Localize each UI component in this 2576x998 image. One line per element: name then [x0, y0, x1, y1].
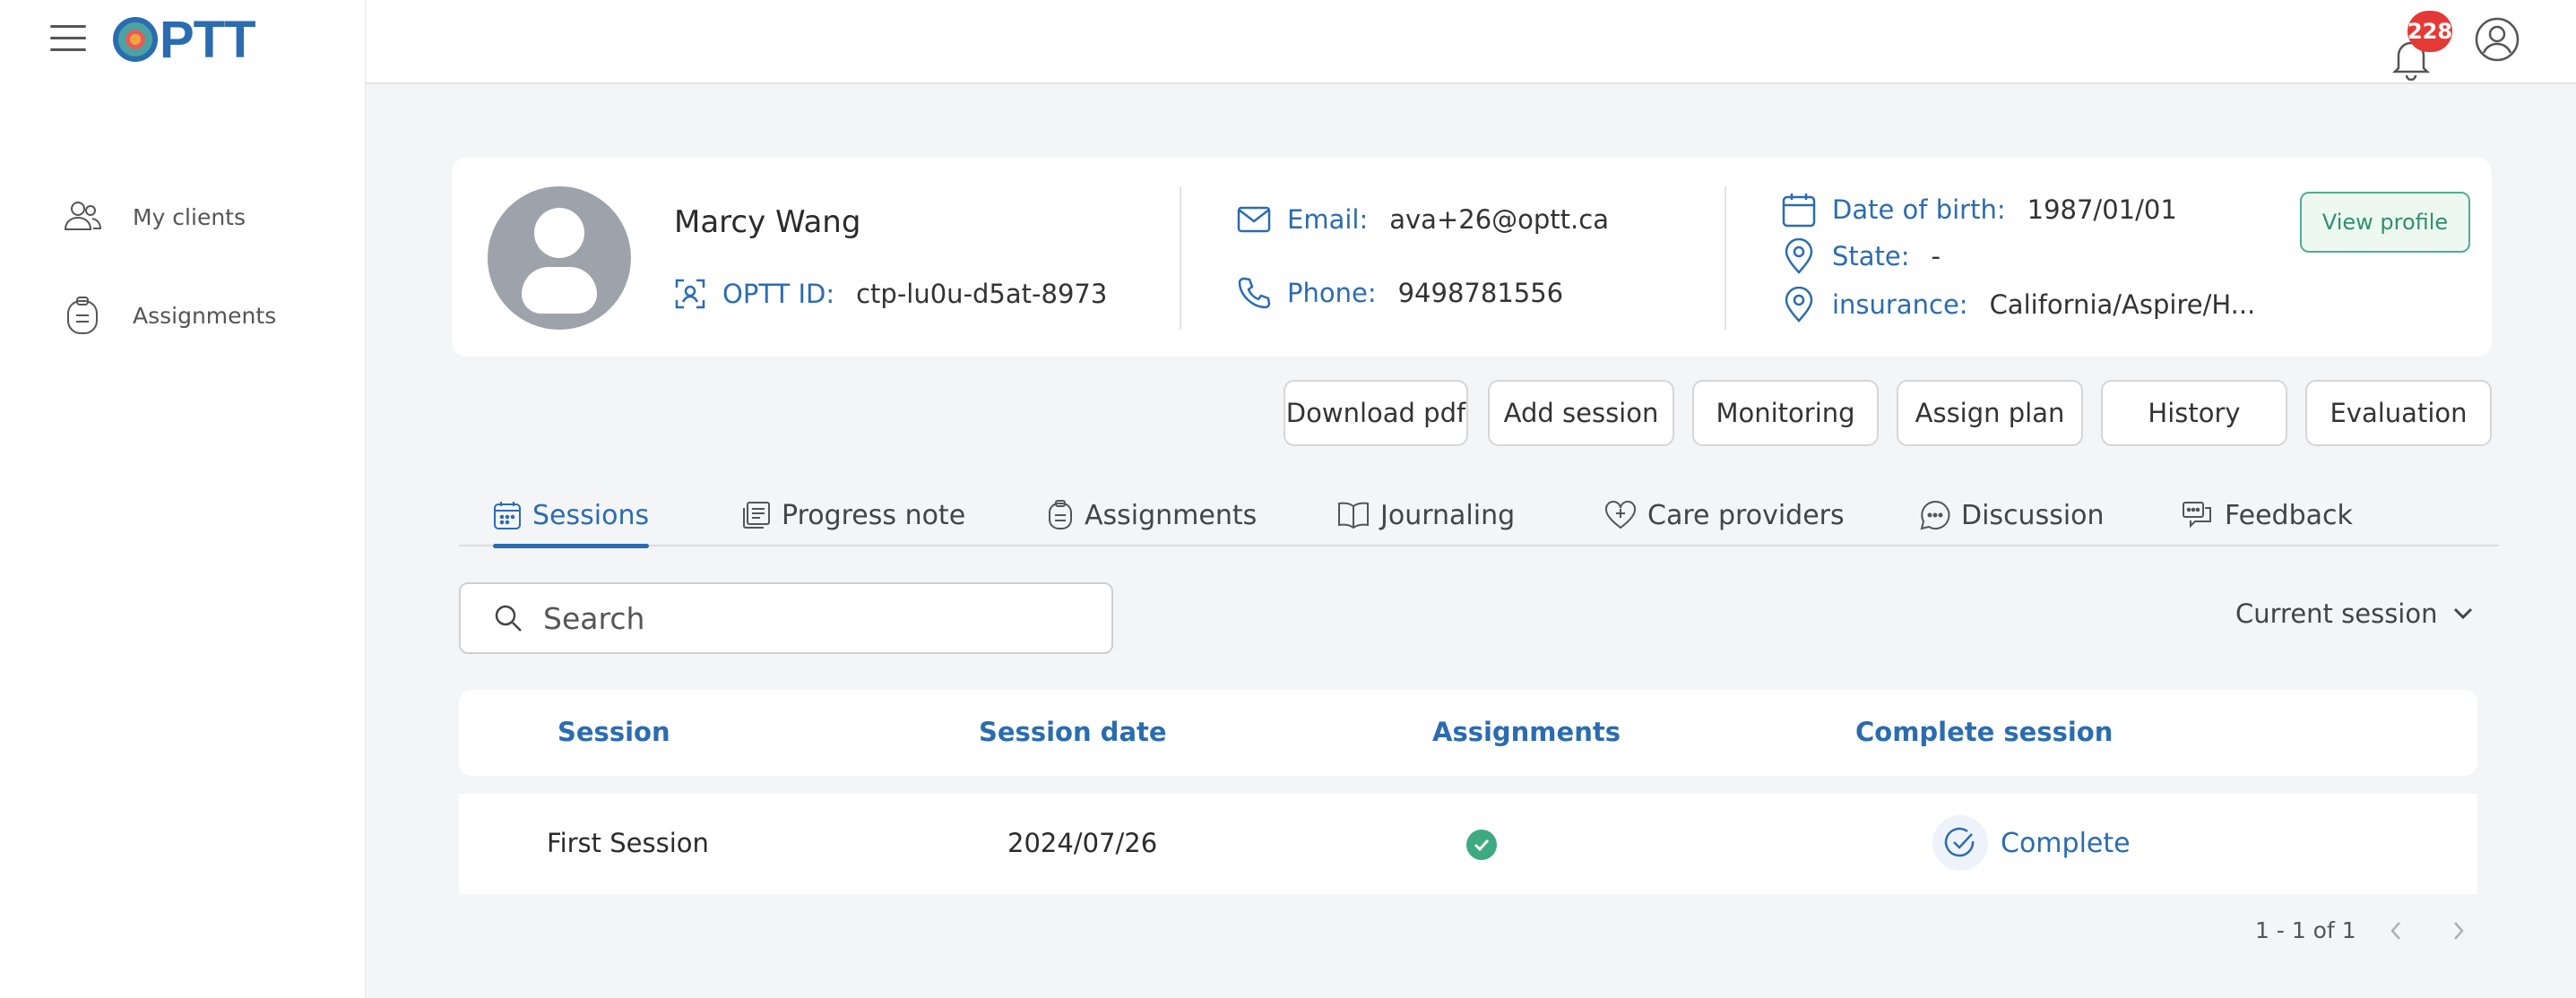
tab-label: Sessions: [532, 499, 650, 531]
heart-plus-icon: [1604, 501, 1637, 529]
client-id-value: ctp-lu0u-d5at-8973: [856, 279, 1108, 309]
tab-label: Care providers: [1647, 499, 1845, 531]
phone-label: Phone:: [1287, 278, 1377, 308]
evaluation-button[interactable]: Evaluation: [2305, 380, 2492, 446]
chevron-down-icon: [2453, 607, 2472, 620]
dob-row: Date of birth: 1987/01/01: [1782, 192, 2177, 228]
chevron-right-icon: [2454, 922, 2464, 940]
dob-value: 1987/01/01: [2027, 194, 2177, 225]
next-page-button[interactable]: [2443, 916, 2474, 946]
chevron-left-icon: [2390, 922, 2400, 940]
logo-text: PTT: [160, 10, 256, 69]
email-value: ava+26@optt.ca: [1389, 204, 1609, 235]
client-tabs: Sessions Progress note Assignments Journ…: [459, 480, 2499, 548]
insurance-label: insurance:: [1832, 289, 1968, 320]
tab-care-providers[interactable]: Care providers: [1604, 486, 1845, 545]
tab-assignments[interactable]: Assignments: [1047, 486, 1257, 545]
menu-icon[interactable]: [50, 25, 86, 54]
search-input[interactable]: [543, 600, 1081, 636]
sidebar-item-label: Assignments: [133, 302, 277, 329]
sessions-table-header: Session Session date Assignments Complet…: [459, 690, 2477, 776]
session-filter-dropdown[interactable]: Current session: [2235, 598, 2474, 629]
mail-icon: [1237, 206, 1271, 233]
tab-progress-note[interactable]: Progress note: [742, 486, 965, 545]
view-profile-button[interactable]: View profile: [2300, 192, 2470, 253]
tab-journaling[interactable]: Journaling: [1337, 486, 1515, 545]
avatar: [488, 186, 631, 330]
client-id-row: OPTT ID: ctp-lu0u-d5at-8973: [674, 278, 1107, 310]
location-pin-icon: [1785, 238, 1813, 274]
feedback-icon: [2183, 502, 2211, 529]
download-pdf-button[interactable]: Download pdf: [1284, 380, 1468, 446]
tab-label: Journaling: [1380, 499, 1516, 531]
complete-session-label: Complete: [2001, 827, 2131, 859]
phone-icon: [1238, 277, 1271, 309]
divider: [1180, 186, 1181, 330]
logo-mark-icon: [113, 17, 158, 62]
tab-feedback[interactable]: Feedback: [2182, 486, 2353, 545]
sidebar: PTT My clients Assignments: [0, 0, 366, 998]
column-header-session-date[interactable]: Session date: [979, 717, 1167, 747]
clipboard-icon: [1049, 500, 1072, 529]
tab-label: Discussion: [1961, 499, 2105, 531]
notification-badge: 228: [2407, 11, 2452, 52]
phone-value: 9498781556: [1397, 278, 1564, 308]
user-account-icon[interactable]: [2474, 16, 2520, 63]
pagination-range: 1 - 1 of 1: [2255, 917, 2356, 943]
email-label: Email:: [1287, 204, 1369, 235]
location-pin-icon: [1785, 287, 1813, 323]
state-value: -: [1931, 241, 1941, 271]
session-date-cell: 2024/07/26: [1007, 828, 1158, 858]
monitoring-button[interactable]: Monitoring: [1692, 380, 1879, 446]
complete-session-button[interactable]: Complete: [1932, 815, 2131, 871]
session-name-cell: First Session: [547, 828, 709, 858]
calendar-icon: [1782, 194, 1816, 228]
id-scan-icon: [675, 279, 705, 309]
assign-plan-button[interactable]: Assign plan: [1897, 380, 2083, 446]
search-icon: [495, 605, 522, 632]
add-session-button[interactable]: Add session: [1488, 380, 1674, 446]
book-open-icon: [1338, 502, 1369, 529]
state-label: State:: [1832, 241, 1910, 271]
sidebar-item-assignments[interactable]: Assignments: [63, 296, 276, 335]
users-icon: [64, 202, 102, 230]
session-filter-value: Current session: [2235, 598, 2438, 629]
client-name: Marcy Wang: [674, 204, 861, 240]
tab-label: Progress note: [782, 499, 966, 531]
dob-label: Date of birth:: [1832, 194, 2006, 225]
history-button[interactable]: History: [2101, 380, 2287, 446]
client-profile-card: Marcy Wang OPTT ID: ctp-lu0u-d5at-8973 E…: [452, 158, 2492, 357]
insurance-value: California/Aspire/H...: [1989, 289, 2256, 320]
previous-page-button[interactable]: [2381, 916, 2411, 946]
insurance-row: insurance: California/Aspire/H...: [1782, 287, 2255, 323]
client-id-label: OPTT ID:: [722, 279, 835, 309]
search-box[interactable]: [459, 582, 1113, 654]
tab-label: Assignments: [1085, 499, 1258, 531]
calendar-icon: [494, 502, 521, 529]
divider: [1725, 186, 1726, 330]
column-header-session[interactable]: Session: [558, 717, 670, 747]
check-circle-icon: [1932, 815, 1988, 871]
column-header-assignments[interactable]: Assignments: [1432, 717, 1621, 747]
column-header-complete-session[interactable]: Complete session: [1855, 717, 2113, 747]
tab-discussion[interactable]: Discussion: [1920, 486, 2105, 545]
email-row: Email: ava+26@optt.ca: [1237, 204, 1609, 235]
document-icon: [743, 502, 770, 529]
phone-row: Phone: 9498781556: [1237, 276, 1563, 310]
clipboard-icon: [67, 297, 98, 334]
state-row: State: -: [1782, 238, 1941, 274]
sidebar-item-label: My clients: [133, 203, 246, 230]
tab-label: Feedback: [2225, 499, 2353, 531]
chat-bubble-icon: [1920, 500, 1950, 530]
top-bar: [366, 0, 2576, 84]
sidebar-item-my-clients[interactable]: My clients: [63, 197, 246, 237]
table-row[interactable]: First Session 2024/07/26 Complete: [459, 794, 2477, 894]
tab-sessions[interactable]: Sessions: [493, 486, 650, 548]
assignments-complete-icon: [1466, 830, 1497, 860]
optt-logo[interactable]: PTT: [113, 11, 256, 69]
